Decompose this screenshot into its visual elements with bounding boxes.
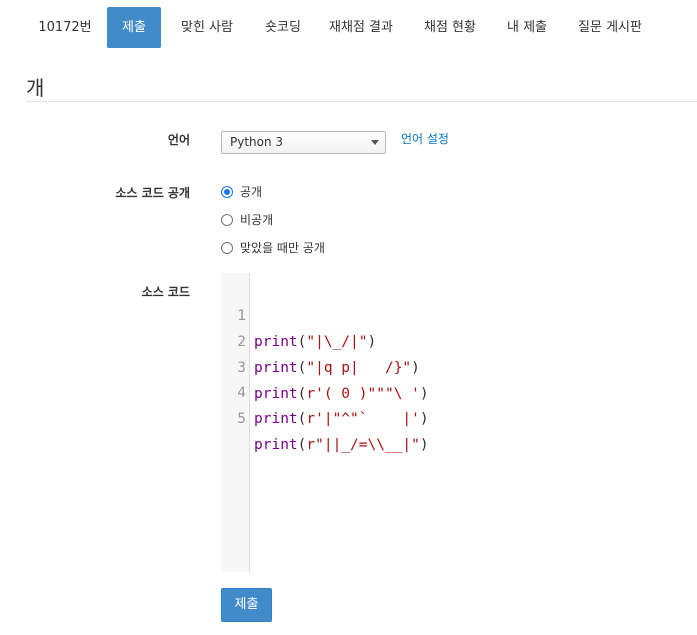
code-paren-close: ): [419, 437, 429, 453]
code-line[interactable]: 2 print("|q p| /}"): [221, 303, 697, 376]
code-line[interactable]: 5 print(r"||_/=\\__|"): [221, 380, 697, 453]
code-function: print: [254, 437, 298, 453]
language-settings-link[interactable]: 언어 설정: [401, 131, 449, 147]
page-title: 개: [26, 76, 45, 100]
visibility-label: 소스 코드 공개: [115, 186, 190, 200]
code-line[interactable]: 4 print(r'|"^"` |'): [221, 354, 697, 427]
visibility-option-label: 공개: [240, 185, 263, 199]
tab-judge-status[interactable]: 채점 현황: [413, 7, 487, 48]
code-paren-close: ): [419, 411, 429, 427]
code-line[interactable]: 3 print(r'( 0 )"""\ '): [221, 329, 697, 402]
code-line[interactable]: 1 print("|\_/|"): [221, 277, 697, 350]
language-select[interactable]: Python 3: [221, 131, 386, 154]
tab-problem[interactable]: 10172번: [26, 7, 104, 48]
code-string: r"||_/=\\__|": [306, 437, 420, 453]
code-string: r'|"^"` |': [306, 411, 420, 427]
language-label: 언어: [167, 133, 190, 147]
tab-short-coding[interactable]: 숏코딩: [252, 7, 314, 48]
source-code-label: 소스 코드: [141, 285, 190, 299]
tab-qna-board[interactable]: 질문 게시판: [567, 7, 653, 48]
language-select-value: Python 3: [230, 135, 284, 149]
code-editor[interactable]: 1 print("|\_/|") 2 print("|q p| /}") 3 p…: [221, 273, 697, 572]
radio-button-on-accept[interactable]: [221, 242, 233, 254]
tab-submit[interactable]: 제출: [107, 7, 161, 48]
visibility-option-label: 비공개: [240, 213, 274, 227]
submit-button[interactable]: 제출: [221, 588, 272, 622]
problem-nav: 10172번 제출 맞힌 사람 숏코딩 재채점 결과 채점 현황 내 제출 질문…: [0, 0, 697, 54]
radio-button-private[interactable]: [221, 214, 233, 226]
radio-button-public[interactable]: [221, 186, 233, 198]
title-divider: [26, 101, 697, 102]
tab-rejudge-results[interactable]: 재채점 결과: [318, 7, 404, 48]
code-function: print: [254, 411, 298, 427]
line-number: 5: [237, 411, 246, 427]
tab-my-submissions[interactable]: 내 제출: [497, 7, 557, 48]
tab-solved-users[interactable]: 맞힌 사람: [164, 7, 250, 48]
visibility-option-label: 맞았을 때만 공개: [240, 241, 325, 255]
chevron-down-icon: [371, 140, 379, 145]
